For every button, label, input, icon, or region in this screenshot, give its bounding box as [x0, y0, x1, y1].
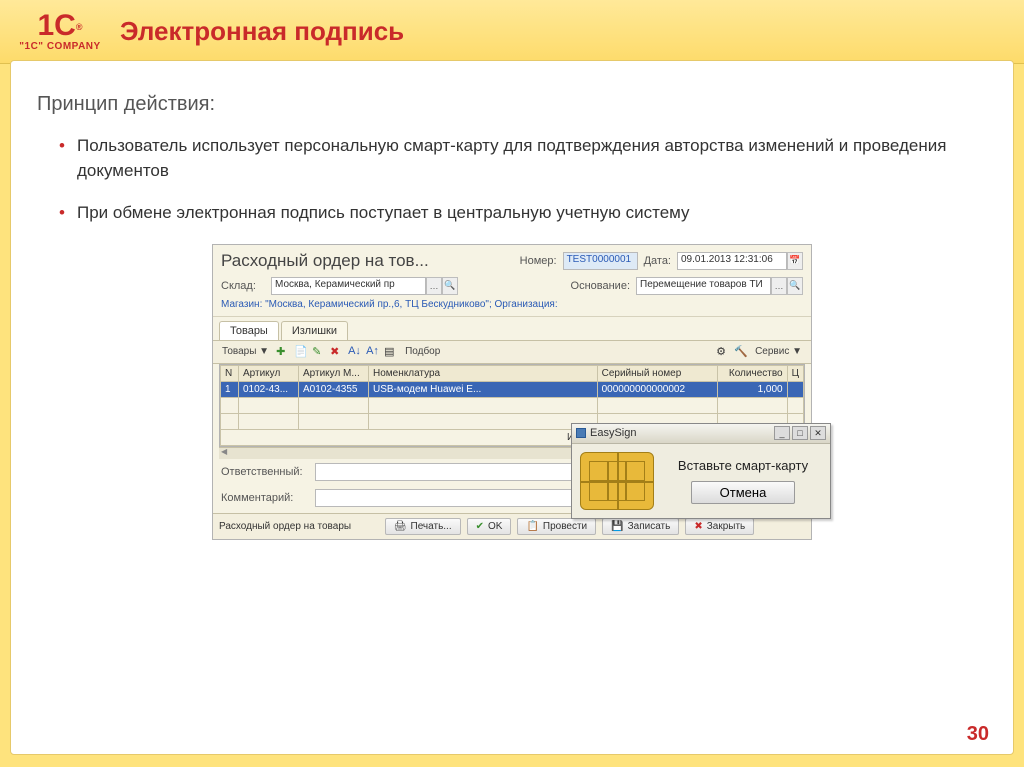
responsible-label: Ответственный: — [221, 466, 309, 478]
post-icon: 📋 — [526, 521, 538, 532]
grid-toolbar: Товары ▼ ✚ 📄 ✎ ✖ A↓ A↑ ▤ Подбор ⚙ 🔨 Серв… — [213, 340, 811, 364]
slide-header: 1C® "1C" COMPANY Электронная подпись — [0, 0, 1024, 64]
close-button[interactable]: ✖Закрыть — [685, 518, 754, 535]
col-qty[interactable]: Количество — [717, 365, 787, 381]
disk-icon: 💾 — [611, 521, 623, 532]
dropdown-icon[interactable]: … — [426, 277, 442, 295]
slide-body: Принцип действия: Пользователь используе… — [10, 60, 1014, 755]
list-icon[interactable]: ▤ — [384, 345, 398, 359]
tab-goods[interactable]: Товары — [219, 321, 279, 340]
smartcard-chip-icon — [580, 452, 654, 510]
tab-surplus[interactable]: Излишки — [281, 321, 348, 340]
sort-desc-icon[interactable]: A↑ — [366, 345, 380, 359]
tool-icon[interactable]: ⚙ — [716, 345, 730, 359]
date-label: Дата: — [644, 255, 671, 267]
warehouse-field[interactable]: Москва, Керамический пр — [271, 277, 426, 295]
add-icon[interactable]: ✚ — [276, 345, 290, 359]
list-item: При обмене электронная подпись поступает… — [59, 201, 987, 226]
delete-icon[interactable]: ✖ — [330, 345, 344, 359]
total-label: Итог: — [221, 429, 598, 445]
hammer-icon[interactable]: 🔨 — [734, 345, 748, 359]
maximize-icon[interactable]: □ — [792, 426, 808, 440]
number-label: Номер: — [520, 255, 557, 267]
number-field[interactable]: TEST0000001 — [563, 252, 638, 270]
warehouse-label: Склад: — [221, 280, 265, 292]
status-title: Расходный ордер на товары — [219, 521, 351, 532]
basis-label: Основание: — [571, 280, 630, 292]
print-button[interactable]: 🖨Печать... — [385, 518, 461, 535]
company-logo: 1C® "1C" COMPANY — [0, 0, 120, 64]
slide-title: Электронная подпись — [120, 16, 404, 47]
printer-icon: 🖨 — [394, 521, 407, 532]
app-icon — [576, 428, 586, 438]
search-icon[interactable]: 🔍 — [442, 277, 458, 295]
dropdown-icon[interactable]: … — [771, 277, 787, 295]
document-title: Расходный ордер на тов... — [221, 251, 514, 271]
post-button[interactable]: 📋Провести — [517, 518, 596, 535]
goods-menu[interactable]: Товары ▼ — [219, 345, 272, 358]
page-number: 30 — [967, 723, 989, 746]
col-price[interactable]: Ц — [787, 365, 803, 381]
dialog-message: Вставьте смарт-карту — [678, 458, 808, 473]
comment-label: Комментарий: — [221, 492, 309, 504]
close-icon[interactable]: ✕ — [810, 426, 826, 440]
info-link[interactable]: Магазин: "Москва, Керамический пр.,6, ТЦ… — [213, 297, 811, 317]
col-nomenclature[interactable]: Номенклатура — [369, 365, 598, 381]
selection-button[interactable]: Подбор — [402, 345, 443, 358]
service-menu[interactable]: Сервис ▼ — [752, 345, 805, 358]
dialog-title: EasySign — [590, 427, 636, 439]
list-item: Пользователь использует персональную сма… — [59, 134, 987, 183]
close-icon: ✖ — [694, 521, 702, 532]
table-row[interactable]: 1 0102-43... A0102-4355 USB-модем Huawei… — [221, 381, 804, 397]
ok-button[interactable]: ✔OK — [467, 518, 512, 535]
cancel-button[interactable]: Отмена — [691, 481, 796, 504]
bullet-list: Пользователь использует персональную сма… — [37, 134, 987, 226]
col-n[interactable]: N — [221, 365, 239, 381]
save-button[interactable]: 💾Записать — [602, 518, 679, 535]
copy-icon[interactable]: 📄 — [294, 345, 308, 359]
search-icon[interactable]: 🔍 — [787, 277, 803, 295]
easysign-dialog: EasySign _ □ ✕ Вставьте смарт-карту Отме… — [571, 423, 831, 519]
date-field[interactable]: 09.01.2013 12:31:06 — [677, 252, 787, 270]
col-serial[interactable]: Серийный номер — [597, 365, 717, 381]
section-subtitle: Принцип действия: — [37, 93, 987, 116]
col-article[interactable]: Артикул — [239, 365, 299, 381]
check-icon: ✔ — [476, 521, 484, 532]
calendar-icon[interactable]: 📅 — [787, 252, 803, 270]
basis-field[interactable]: Перемещение товаров ТИ — [636, 277, 771, 295]
sort-asc-icon[interactable]: A↓ — [348, 345, 362, 359]
edit-icon[interactable]: ✎ — [312, 345, 326, 359]
minimize-icon[interactable]: _ — [774, 426, 790, 440]
application-screenshot: Расходный ордер на тов... Номер: TEST000… — [212, 244, 812, 540]
col-article-m[interactable]: Артикул М... — [299, 365, 369, 381]
